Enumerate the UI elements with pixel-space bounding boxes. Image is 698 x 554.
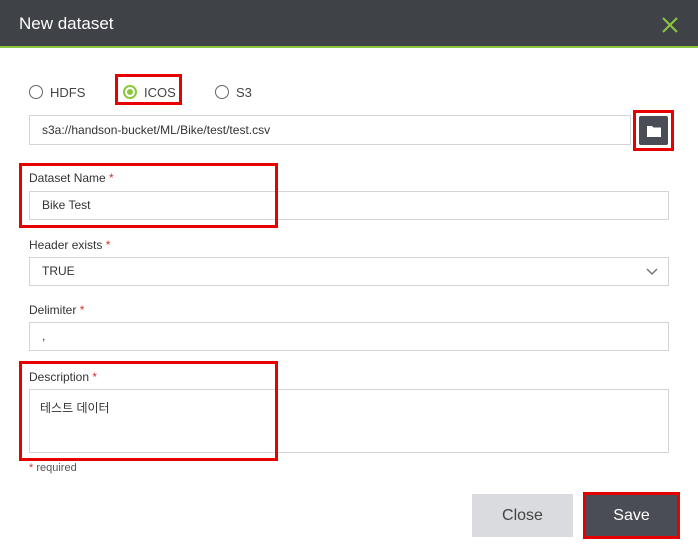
dialog-header: New dataset (0, 0, 698, 48)
required-mark: * (79, 303, 85, 317)
close-x-icon[interactable] (660, 15, 680, 35)
radio-label-hdfs: HDFS (50, 84, 86, 100)
radio-s3[interactable]: S3 (215, 83, 252, 101)
highlight-save (583, 492, 680, 539)
radio-hdfs[interactable]: HDFS (29, 83, 85, 101)
delimiter-input[interactable]: , (29, 322, 669, 351)
header-exists-value: TRUE (42, 264, 75, 278)
header-exists-label-text: Header exists (29, 238, 103, 252)
highlight-browse (633, 110, 674, 151)
highlight-icos (115, 74, 182, 105)
required-note-text: required (33, 462, 77, 474)
delimiter-label-text: Delimiter (29, 303, 77, 317)
highlight-dataset-name (19, 163, 278, 228)
close-button[interactable]: Close (472, 494, 573, 537)
dialog-title: New dataset (19, 14, 114, 33)
required-note: * required (29, 462, 77, 474)
header-exists-select[interactable]: TRUE (29, 257, 669, 286)
delimiter-label: Delimiter * (29, 303, 84, 317)
required-mark: * (105, 238, 111, 252)
highlight-description (19, 361, 278, 461)
chevron-down-icon (646, 268, 658, 276)
radio-circle (29, 85, 43, 99)
radio-circle (215, 85, 229, 99)
header-exists-label: Header exists * (29, 238, 110, 252)
path-input[interactable]: s3a://handson-bucket/ML/Bike/test/test.c… (29, 115, 631, 145)
radio-label-s3: S3 (236, 84, 252, 100)
